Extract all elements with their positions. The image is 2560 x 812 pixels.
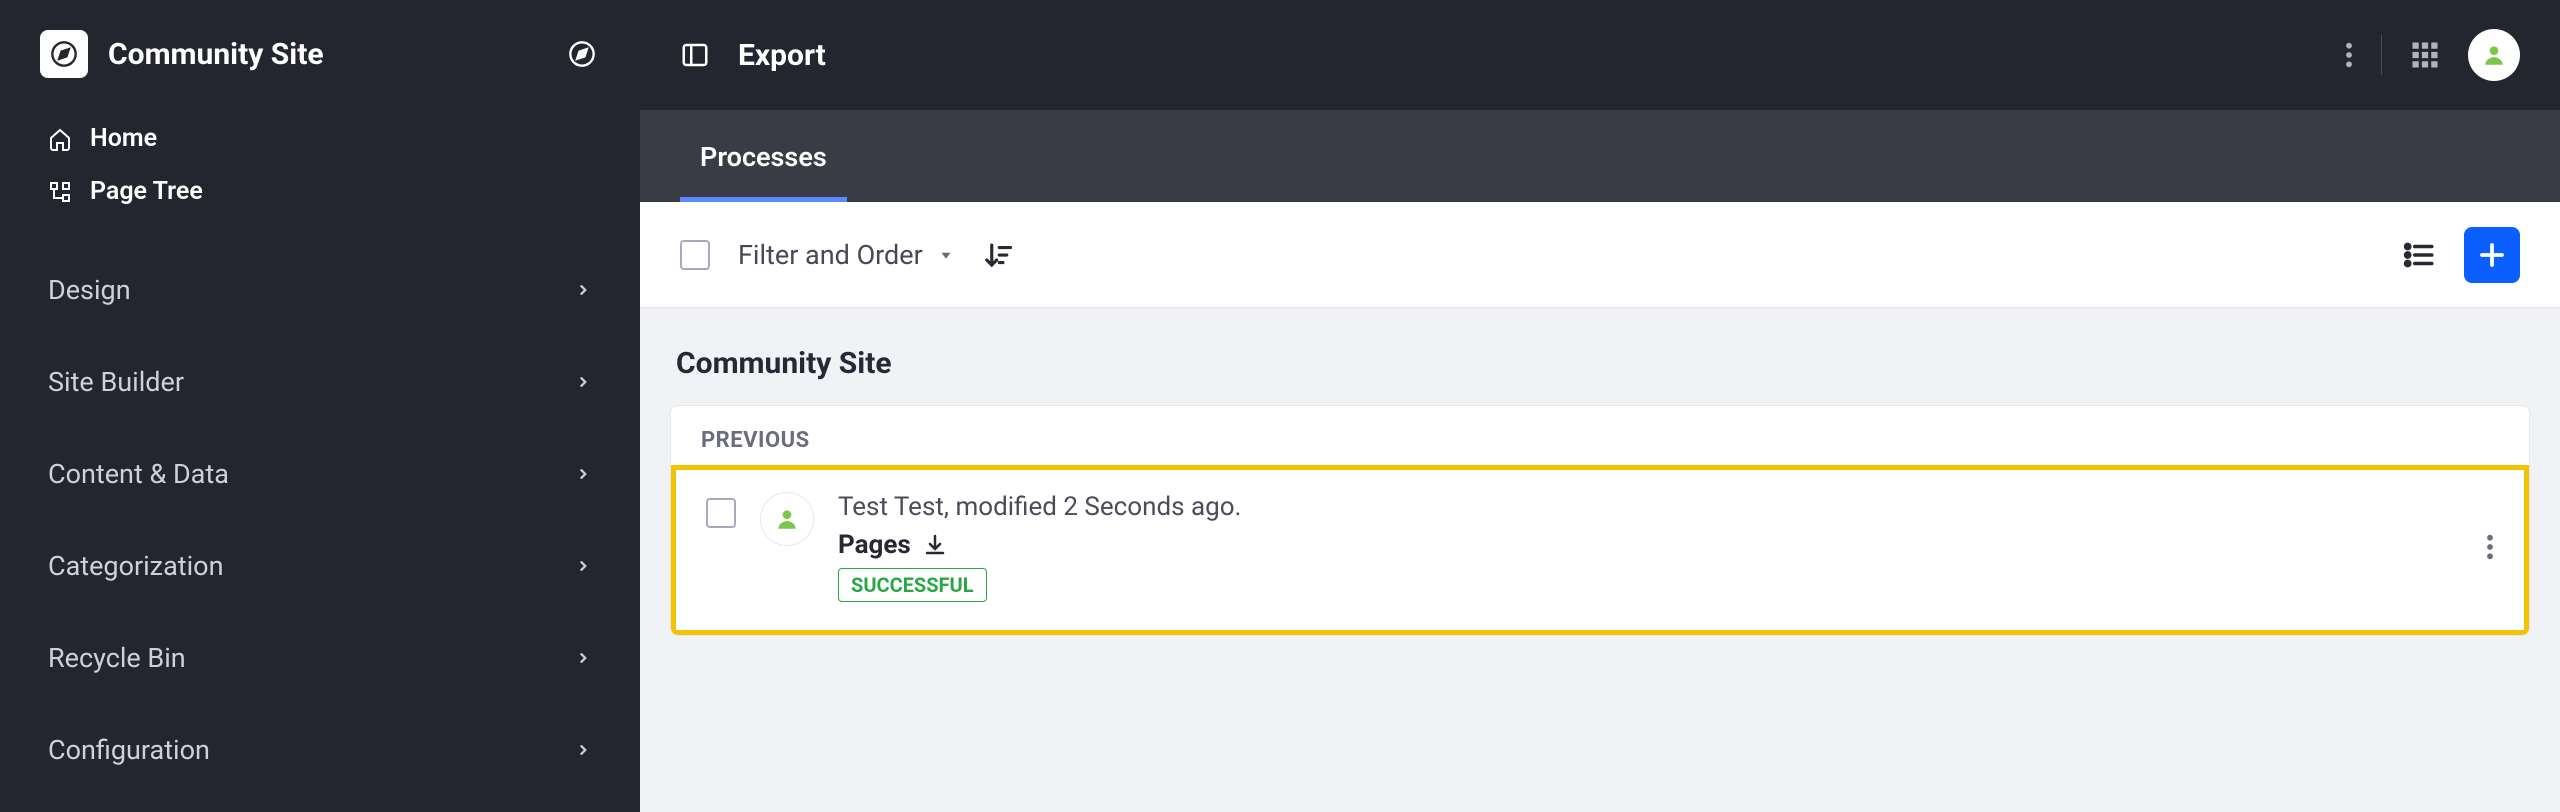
kebab-icon — [2345, 41, 2353, 69]
filter-order-label: Filter and Order — [738, 239, 923, 271]
sidebar-toggle[interactable] — [564, 36, 600, 72]
product-menu-toggle[interactable] — [680, 40, 710, 70]
process-card: PREVIOUS Test Test, modified 2 Seconds a… — [670, 405, 2530, 636]
topbar-right — [2345, 29, 2520, 81]
sidebar-sections: Design Site Builder Content & Data Categ… — [0, 224, 640, 796]
user-avatar[interactable] — [2468, 29, 2520, 81]
sidebar-nav: Home Page Tree — [0, 106, 640, 224]
kebab-icon — [2486, 533, 2494, 561]
chevron-right-icon — [574, 741, 592, 759]
topbar-divider — [2381, 35, 2382, 75]
sidebar-section-label: Design — [48, 274, 131, 306]
plus-icon — [2477, 240, 2507, 270]
sidebar-item-label: Home — [90, 124, 157, 153]
process-row[interactable]: Test Test, modified 2 Seconds ago. Pages… — [671, 465, 2529, 635]
sidebar-section-sitebuilder[interactable]: Site Builder — [0, 336, 640, 428]
topbar: Export — [640, 0, 2560, 110]
sidebar-item-home[interactable]: Home — [0, 112, 640, 165]
row-more-button[interactable] — [2486, 533, 2494, 561]
tabs-bar: Processes — [640, 110, 2560, 202]
sort-button[interactable] — [983, 240, 1013, 270]
page-title: Export — [738, 38, 826, 73]
topbar-left: Export — [680, 38, 826, 73]
user-icon — [774, 506, 800, 532]
apps-menu-button[interactable] — [2410, 40, 2440, 70]
row-title: Pages — [838, 530, 911, 560]
sidebar-header: Community Site — [0, 0, 640, 106]
card-section-label: PREVIOUS — [671, 406, 2529, 465]
tab-label: Processes — [700, 141, 827, 173]
tab-processes[interactable]: Processes — [680, 113, 847, 202]
compass-icon — [50, 40, 78, 68]
sidebar-section-label: Recycle Bin — [48, 642, 186, 674]
row-avatar — [760, 492, 814, 546]
sidebar-section-label: Categorization — [48, 550, 223, 582]
sort-icon — [983, 240, 1013, 270]
status-badge: SUCCESSFUL — [838, 568, 987, 602]
list-toolbar: Filter and Order — [640, 202, 2560, 308]
list-view-icon — [2402, 238, 2436, 272]
download-button[interactable] — [923, 533, 947, 557]
sidebar-section-content[interactable]: Content & Data — [0, 428, 640, 520]
sidebar-section-design[interactable]: Design — [0, 244, 640, 336]
sidebar-section-label: Site Builder — [48, 366, 184, 398]
topbar-more-button[interactable] — [2345, 41, 2353, 69]
download-icon — [923, 533, 947, 557]
chevron-right-icon — [574, 465, 592, 483]
sidebar-item-label: Page Tree — [90, 177, 203, 206]
view-toggle-button[interactable] — [2402, 238, 2436, 272]
sidebar: Community Site Home Page Tree Design Sit… — [0, 0, 640, 812]
main: Export Processes — [640, 0, 2560, 812]
row-meta: Test Test, modified 2 Seconds ago. — [838, 492, 2462, 522]
site-logo[interactable] — [40, 30, 88, 78]
sidebar-section-label: Content & Data — [48, 458, 229, 490]
user-icon — [2481, 42, 2507, 68]
compass-icon — [568, 40, 596, 68]
sidebar-section-label: Configuration — [48, 734, 210, 766]
tree-icon — [48, 180, 72, 204]
filter-order-dropdown[interactable]: Filter and Order — [738, 239, 955, 271]
sidebar-section-categorization[interactable]: Categorization — [0, 520, 640, 612]
sidebar-item-pagetree[interactable]: Page Tree — [0, 165, 640, 218]
chevron-right-icon — [574, 557, 592, 575]
chevron-right-icon — [574, 373, 592, 391]
chevron-right-icon — [574, 649, 592, 667]
panel-icon — [680, 40, 710, 70]
toolbar-right — [2402, 227, 2520, 283]
sidebar-section-configuration[interactable]: Configuration — [0, 704, 640, 796]
caret-down-icon — [937, 246, 955, 264]
select-all-checkbox[interactable] — [680, 240, 710, 270]
sidebar-section-recyclebin[interactable]: Recycle Bin — [0, 612, 640, 704]
apps-grid-icon — [2410, 40, 2440, 70]
content-area: Community Site PREVIOUS Test Test, modif… — [640, 308, 2560, 664]
site-title: Community Site — [108, 37, 544, 72]
row-checkbox[interactable] — [706, 498, 736, 528]
row-title-line: Pages — [838, 530, 2462, 560]
home-icon — [48, 127, 72, 151]
row-body: Test Test, modified 2 Seconds ago. Pages… — [838, 492, 2462, 602]
add-button[interactable] — [2464, 227, 2520, 283]
context-title: Community Site — [670, 336, 2530, 405]
chevron-right-icon — [574, 281, 592, 299]
